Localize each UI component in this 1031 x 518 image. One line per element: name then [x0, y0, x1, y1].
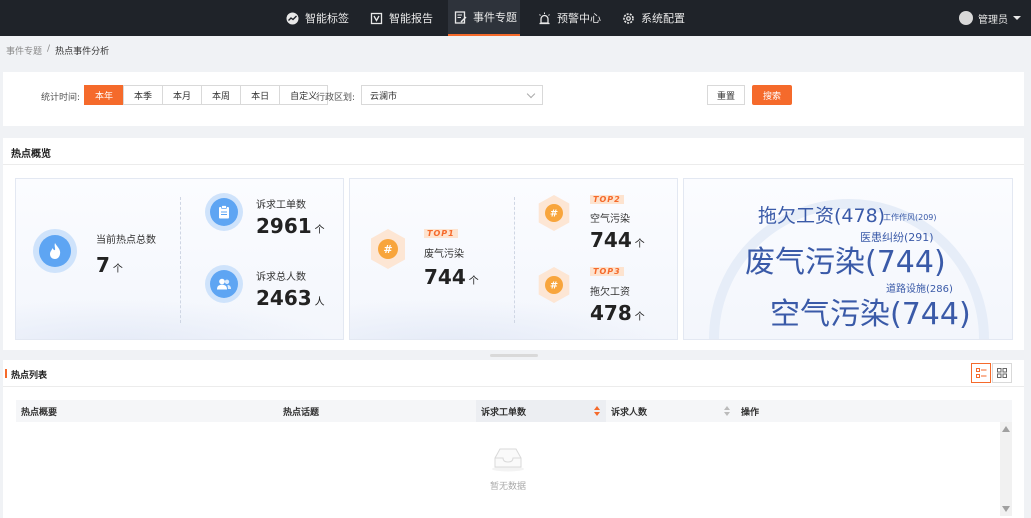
top2-value: 744 个 — [590, 228, 645, 252]
hashtag-icon: # — [368, 227, 408, 271]
document-edit-icon — [454, 10, 467, 24]
scroll-up-icon[interactable] — [1002, 426, 1010, 432]
user-menu[interactable]: 管理员 — [959, 0, 1021, 36]
nav-item-system-config[interactable]: 系统配置 — [622, 0, 685, 36]
stats-card: 当前热点总数 7个 诉求工单数 2961 个 诉求总人数 2463 人 — [15, 178, 344, 340]
divider — [180, 197, 181, 323]
svg-text:#: # — [550, 281, 558, 292]
fire-icon — [33, 229, 77, 273]
table-scrollbar[interactable] — [1000, 422, 1012, 516]
top3-value: 478 个 — [590, 301, 645, 325]
hashtag-icon: # — [536, 265, 572, 305]
alarm-icon — [538, 12, 551, 25]
sort-icon[interactable] — [594, 406, 600, 416]
user-name: 管理员 — [978, 14, 1008, 26]
section-title: 热点概览 — [11, 149, 51, 160]
grid-view-icon[interactable] — [992, 363, 1012, 383]
gear-icon — [622, 12, 635, 25]
top1-value: 744 个 — [424, 265, 479, 289]
people-label: 诉求总人数 — [256, 272, 306, 283]
time-label: 统计时间: — [41, 93, 81, 103]
breadcrumb-separator: / — [47, 44, 51, 54]
word-cloud-item[interactable]: 废气污染(744) — [745, 237, 946, 281]
chevron-down-icon — [526, 89, 536, 99]
reset-button[interactable]: 重置 — [707, 85, 745, 105]
nav-item-label: 智能报告 — [389, 12, 433, 25]
empty-inbox-icon — [492, 448, 524, 472]
nav-item-smart-tags[interactable]: 智能标签 — [286, 0, 349, 36]
column-topic: 热点话题 — [283, 407, 320, 418]
orders-label: 诉求工单数 — [256, 200, 306, 211]
breadcrumb-parent[interactable]: 事件专题 — [6, 44, 42, 57]
nav-item-alert-center[interactable]: 预警中心 — [538, 0, 601, 36]
top1-name: 废气污染 — [424, 249, 464, 260]
time-range-group: 本年 本季 本月 本周 本日 自定义 — [84, 85, 329, 105]
divider — [514, 197, 515, 323]
hashtag-icon: # — [536, 193, 572, 233]
time-option-quarter[interactable]: 本季 — [123, 85, 164, 105]
nav-item-label: 事件专题 — [473, 11, 517, 24]
nav-item-label: 智能标签 — [305, 12, 349, 25]
time-option-day[interactable]: 本日 — [240, 85, 281, 105]
divider — [3, 386, 1024, 387]
region-label: 行政区划: — [316, 93, 356, 103]
clipboard-icon — [205, 193, 243, 231]
word-cloud-item[interactable]: 工作作风(209) — [883, 212, 937, 223]
nav-item-smart-report[interactable]: 智能报告 — [370, 0, 433, 36]
nav-item-label: 预警中心 — [557, 12, 601, 25]
word-cloud-item[interactable]: 拖欠工资(478) — [758, 201, 885, 228]
orders-value: 2961 个 — [256, 214, 325, 238]
nav-item-event-topics[interactable]: 事件专题 — [448, 0, 520, 36]
collapse-handle[interactable] — [490, 354, 538, 357]
people-value: 2463 人 — [256, 286, 325, 310]
time-option-week[interactable]: 本周 — [201, 85, 242, 105]
column-orders[interactable]: 诉求工单数 — [476, 400, 606, 422]
svg-text:#: # — [383, 243, 392, 256]
time-option-month[interactable]: 本月 — [162, 85, 203, 105]
breadcrumb-current: 热点事件分析 — [55, 47, 110, 57]
empty-state: 暂无数据 — [473, 446, 543, 492]
top3-name: 拖欠工资 — [590, 287, 630, 298]
chevron-down-icon — [1013, 16, 1021, 20]
divider — [3, 164, 1024, 165]
time-option-year[interactable]: 本年 — [84, 85, 125, 105]
avatar — [959, 11, 973, 25]
svg-text:#: # — [550, 209, 558, 220]
top3-badge: TOP3 — [590, 267, 624, 276]
region-select[interactable]: 云澜市 — [361, 85, 543, 105]
scroll-down-icon[interactable] — [1002, 506, 1010, 512]
search-button[interactable]: 搜索 — [752, 85, 792, 105]
total-hotspots-value: 7个 — [96, 253, 123, 277]
overview-panel: 热点概览 当前热点总数 7个 诉求工单数 2961个 诉求总人数 2463人 — [3, 138, 1024, 350]
people-icon — [205, 265, 243, 303]
list-view-icon[interactable] — [971, 363, 991, 383]
report-icon — [370, 12, 383, 25]
top1-badge: TOP1 — [424, 229, 458, 238]
column-actions: 操作 — [741, 407, 760, 418]
word-cloud-card: 拖欠工资(478) 工作作风(209) 医患纠纷(291) 废气污染(744) … — [683, 178, 1013, 340]
top2-name: 空气污染 — [590, 214, 630, 225]
top-nav: 智能标签 智能报告 事件专题 预警中心 系统配置 管理员 — [0, 0, 1031, 36]
breadcrumb: 事件专题 / 热点事件分析 — [6, 44, 109, 57]
empty-text: 暂无数据 — [489, 482, 526, 492]
chart-icon — [286, 12, 299, 25]
column-people[interactable]: 诉求人数 — [606, 400, 736, 422]
sort-icon[interactable] — [724, 406, 730, 416]
filter-panel: 统计时间: 本年 本季 本月 本周 本日 自定义 行政区划: 云澜市 重置 搜索 — [3, 72, 1024, 126]
region-value: 云澜市 — [370, 91, 398, 102]
column-summary: 热点概要 — [21, 407, 58, 418]
hotspot-list-panel: 热点列表 热点概要 热点话题 诉求工单数 诉求人数 操作 暂无数据 — [3, 360, 1024, 518]
top-topics-card: # TOP1 废气污染 744 个 # TOP2 空气污染 744 个 # TOP3… — [349, 178, 678, 340]
table-header: 热点概要 热点话题 诉求工单数 诉求人数 操作 — [16, 400, 1012, 422]
total-hotspots-label: 当前热点总数 — [96, 235, 156, 246]
top2-badge: TOP2 — [590, 195, 624, 204]
list-title: 热点列表 — [4, 368, 47, 381]
nav-item-label: 系统配置 — [641, 12, 685, 25]
word-cloud-item[interactable]: 空气污染(744) — [770, 289, 971, 333]
